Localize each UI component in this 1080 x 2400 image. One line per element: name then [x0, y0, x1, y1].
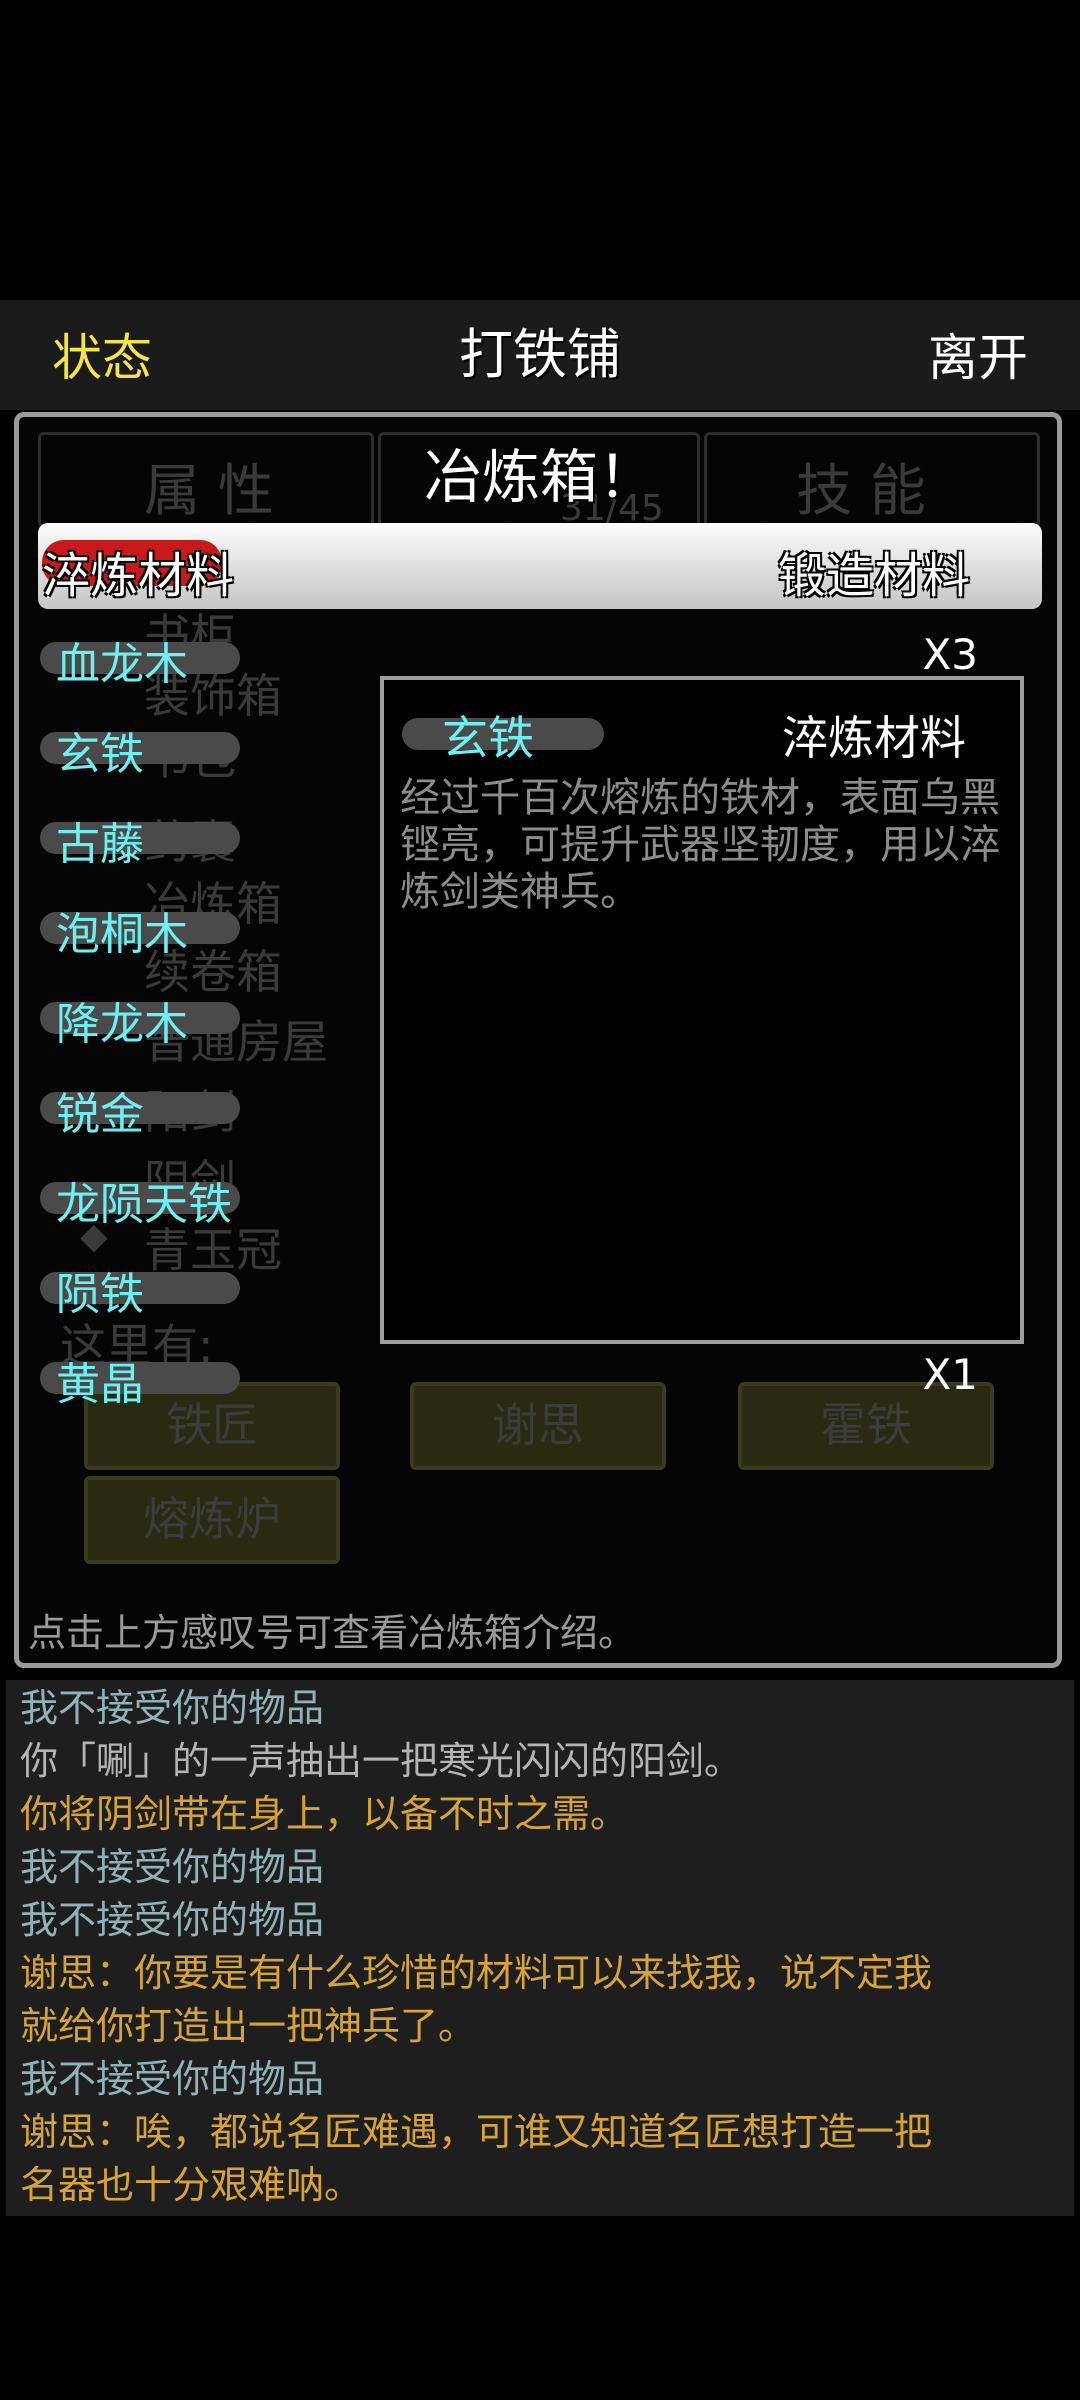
hint-text: 点击上方感叹号可查看冶炼箱介绍。	[28, 1611, 637, 1655]
material-name[interactable]: 泡桐木	[56, 898, 188, 962]
detail-material-name: 玄铁	[442, 711, 534, 765]
tab-forge-materials[interactable]: 锻造材料	[778, 536, 970, 606]
log-line: 就给你打造出一把神兵了。	[20, 2004, 477, 2048]
material-name[interactable]: 陨铁	[56, 1258, 144, 1322]
bg-npc-button: 熔炼炉	[84, 1476, 340, 1564]
material-name[interactable]: 黄晶	[56, 1348, 144, 1412]
log-line: 谢思：唉，都说名匠难遇，可谁又知道名匠想打造一把	[20, 2110, 933, 2154]
bg-npc-button: 谢思	[410, 1382, 666, 1470]
material-name[interactable]: 降龙木	[56, 988, 188, 1052]
material-qty: X3	[922, 630, 979, 679]
leave-button[interactable]: 离开	[928, 318, 1028, 390]
log-line: 谢思：你要是有什么珍惜的材料可以来找我，说不定我	[20, 1951, 933, 1995]
smelting-box-title[interactable]: 冶炼箱！	[0, 430, 1080, 514]
log-line: 你「唰」的一声抽出一把寒光闪闪的阳剑。	[20, 1739, 743, 1783]
detail-description: 经过千百次熔炼的铁材，表面乌黑铿亮，可提升武器坚韧度，用以淬炼剑类神兵。	[400, 775, 1000, 915]
material-name[interactable]: 龙陨天铁	[56, 1168, 232, 1232]
log-line: 我不接受你的物品	[20, 1686, 325, 1730]
tab-quench-materials[interactable]: 淬炼材料	[42, 536, 234, 606]
page-title: 打铁铺	[459, 323, 621, 386]
log-line: 我不接受你的物品	[20, 2057, 325, 2101]
material-name[interactable]: 玄铁	[56, 718, 144, 782]
material-name[interactable]: 锐金	[56, 1078, 144, 1142]
material-name[interactable]: 古藤	[56, 808, 144, 872]
log-line: 名器也十分艰难呐。	[20, 2163, 363, 2207]
material-qty: X1	[922, 1350, 979, 1399]
detail-material-type: 淬炼材料	[782, 711, 966, 765]
log-line: 我不接受你的物品	[20, 1898, 325, 1942]
material-name[interactable]: 血龙木	[56, 628, 188, 692]
log-line: 你将阴剑带在身上，以备不时之需。	[20, 1792, 629, 1836]
log-line: 我不接受你的物品	[20, 1845, 325, 1889]
